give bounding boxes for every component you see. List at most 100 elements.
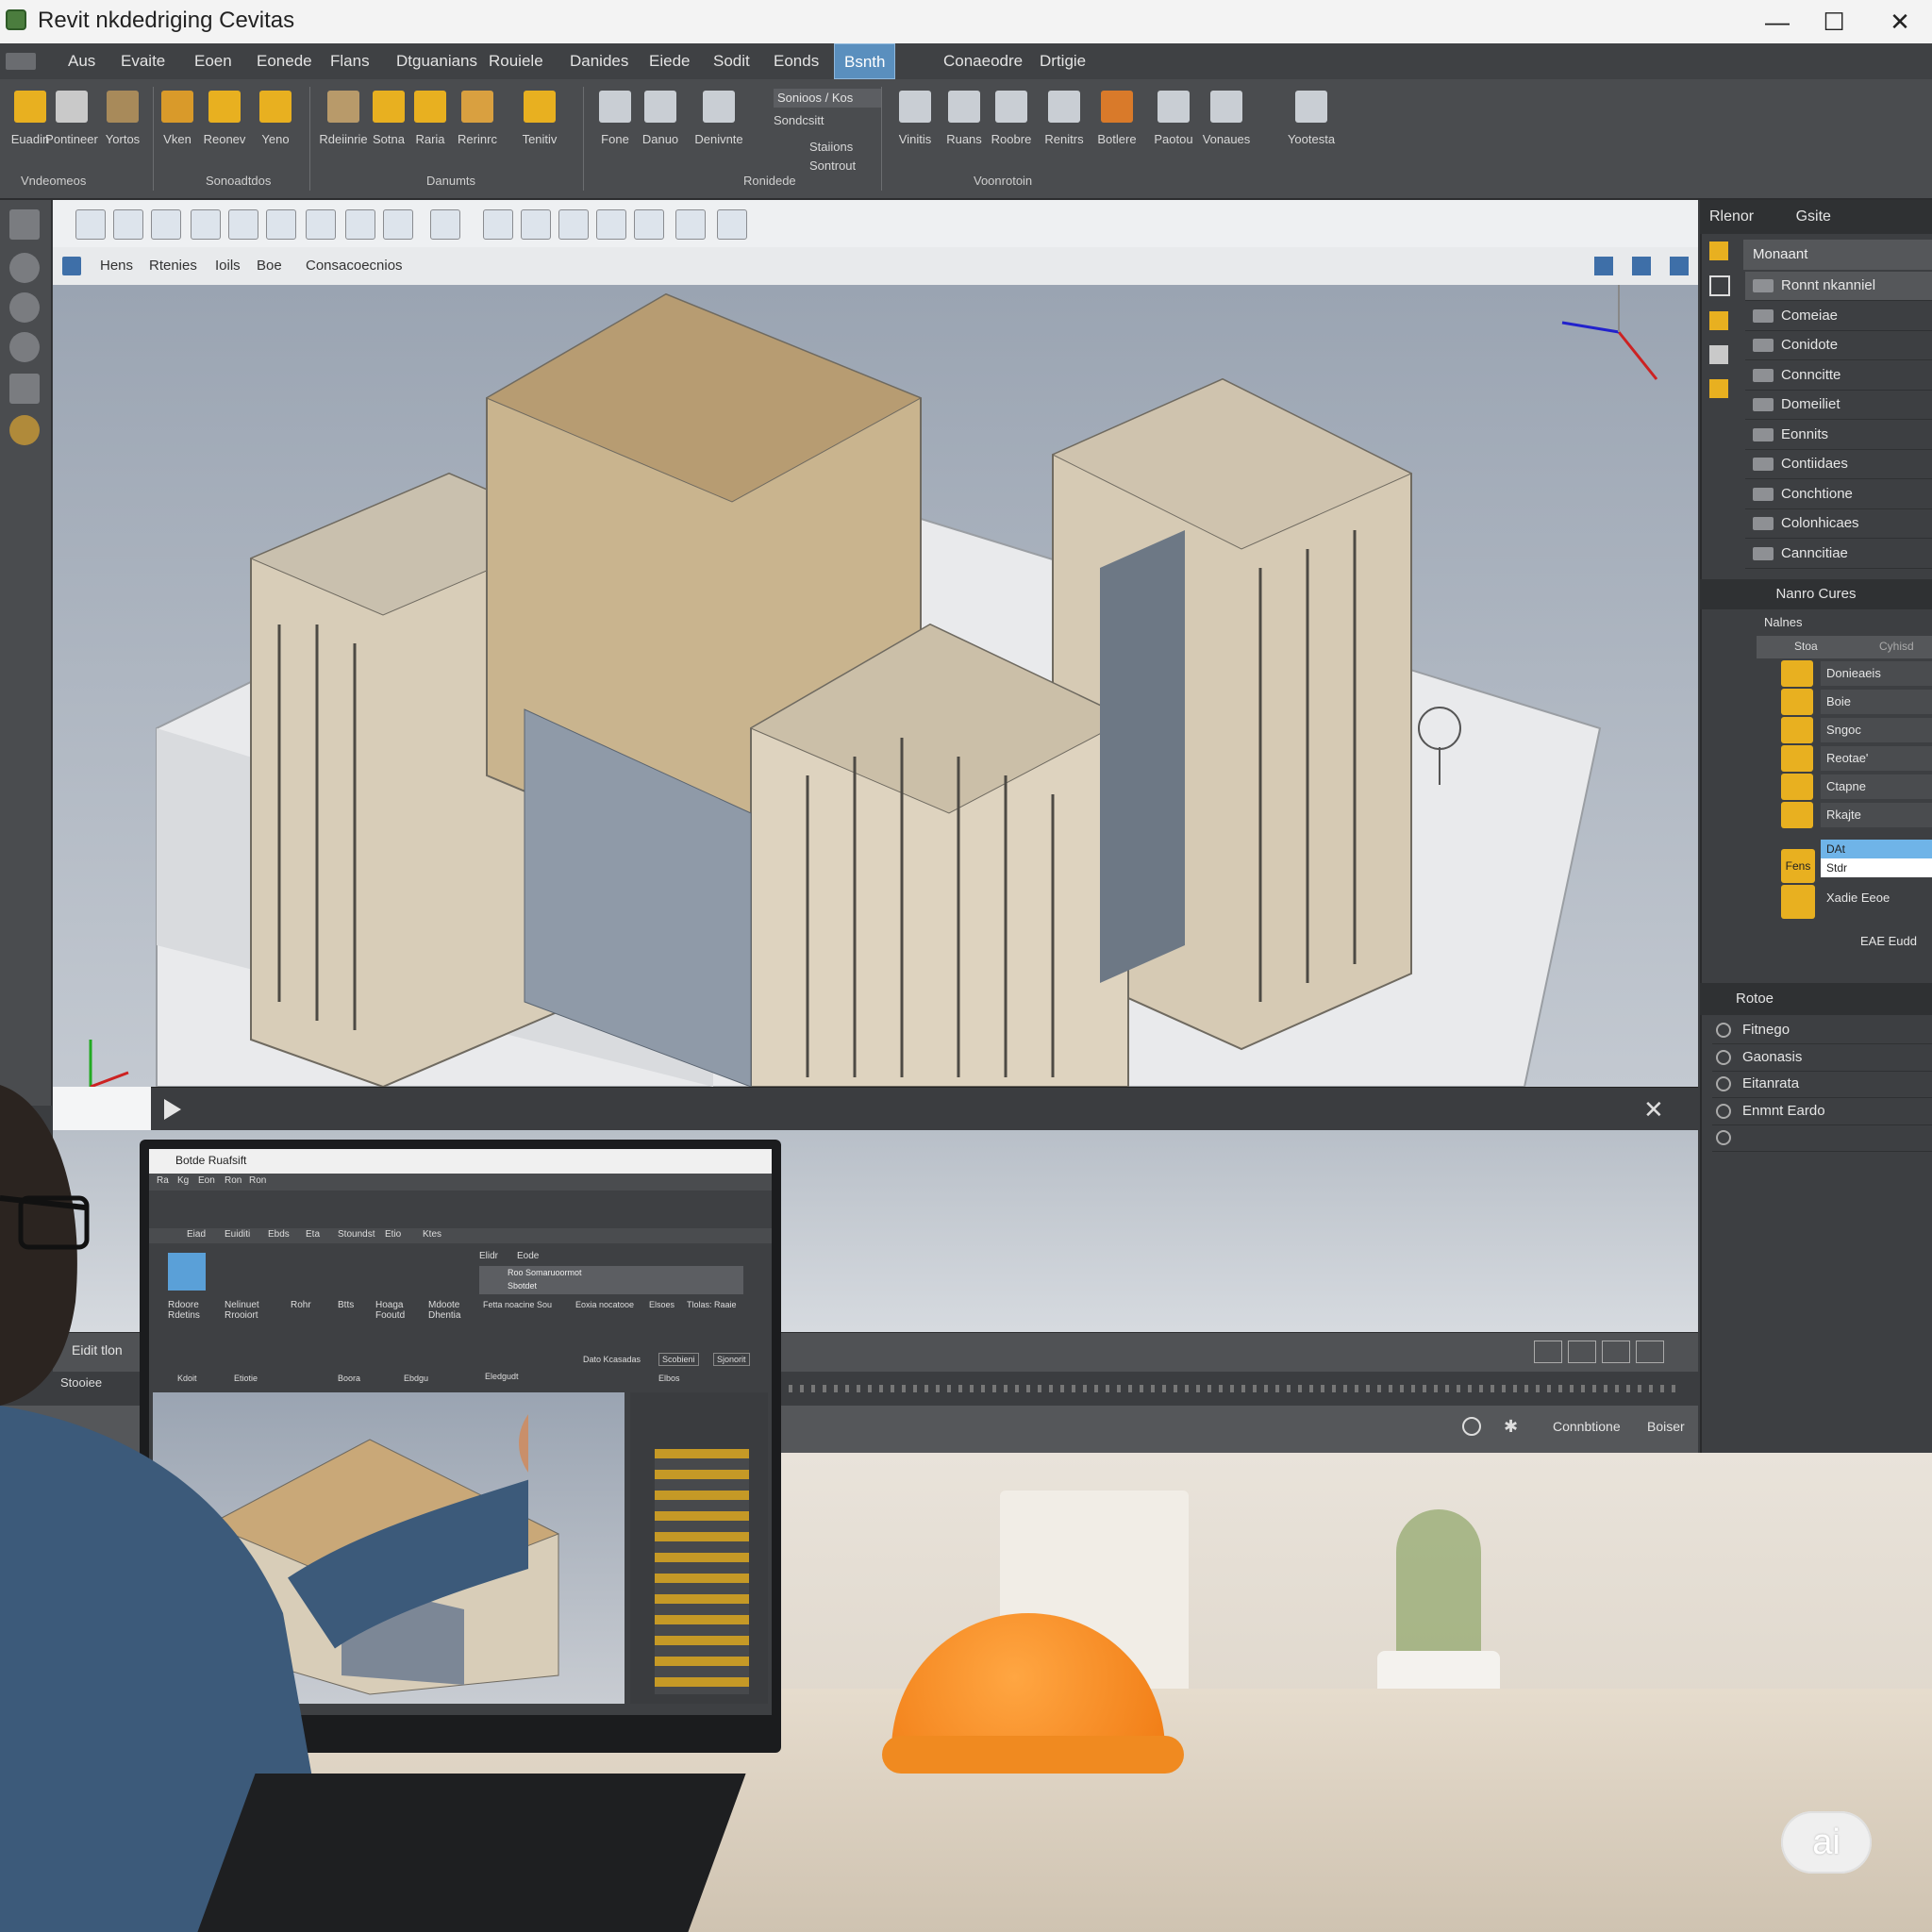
- layer-icon[interactable]: [1781, 660, 1813, 687]
- panel-tab[interactable]: Rlenor: [1709, 208, 1754, 225]
- ribbon-tool[interactable]: Botlere: [1087, 91, 1147, 146]
- ribbon-tool[interactable]: Renitrs: [1034, 91, 1094, 146]
- ribbon-side-label[interactable]: Sontrout: [809, 158, 856, 173]
- status-right-label[interactable]: Connbtione: [1553, 1419, 1621, 1434]
- menu-item[interactable]: Eoen: [185, 43, 242, 79]
- secondary-panel-button[interactable]: Sjonorit: [713, 1353, 750, 1366]
- secondary-layer-list[interactable]: [655, 1449, 749, 1694]
- menu-item[interactable]: Sodit: [704, 43, 759, 79]
- layer-icon[interactable]: [1781, 745, 1813, 772]
- section1-title[interactable]: Monaant: [1743, 240, 1932, 270]
- panel-side-icon[interactable]: [1709, 242, 1728, 260]
- view-tool-icon[interactable]: [634, 209, 664, 240]
- ribbon-tool[interactable]: Yootesta: [1281, 91, 1341, 146]
- column-header[interactable]: Stoa: [1794, 640, 1818, 653]
- layer-label[interactable]: Boie: [1821, 690, 1932, 714]
- grid-tool-icon[interactable]: [9, 374, 40, 404]
- section2-footer[interactable]: EAE Eudd: [1860, 934, 1917, 948]
- fens-label[interactable]: Fens: [1781, 849, 1815, 883]
- ribbon-tool[interactable]: Denivnte: [689, 91, 749, 146]
- view-tool-icon[interactable]: [345, 209, 375, 240]
- panel-list-item[interactable]: Conidote: [1745, 331, 1932, 360]
- ribbon-tool[interactable]: Yortos: [92, 91, 153, 146]
- ribbon-tool[interactable]: Roobre: [981, 91, 1041, 146]
- layer-icon[interactable]: [1781, 774, 1813, 800]
- radio-icon[interactable]: [1716, 1103, 1731, 1119]
- ribbon-tool[interactable]: Tenitiv: [509, 91, 570, 146]
- section3-title[interactable]: Rotoe: [1700, 983, 1932, 1015]
- view-cube-icon[interactable]: [62, 257, 81, 275]
- view-tool-icon[interactable]: [383, 209, 413, 240]
- layer-label[interactable]: Donieaeis: [1821, 661, 1932, 686]
- panel-list-item[interactable]: Colonhicaes: [1745, 509, 1932, 539]
- rotate-tool-icon[interactable]: [9, 292, 40, 323]
- view-tool-icon[interactable]: [558, 209, 589, 240]
- layer-icon[interactable]: [1781, 689, 1813, 715]
- view-option-icon[interactable]: [1594, 257, 1613, 275]
- secondary-panel-button[interactable]: Scobieni: [658, 1353, 699, 1366]
- app-menu-icon[interactable]: [6, 53, 36, 70]
- panel-list-item[interactable]: Contiidaes: [1745, 450, 1932, 479]
- view-tool-icon[interactable]: [191, 209, 221, 240]
- visibility-row[interactable]: Gaonasis: [1712, 1044, 1932, 1072]
- view-tool-icon[interactable]: [596, 209, 626, 240]
- view-tool-icon[interactable]: [113, 209, 143, 240]
- menu-item[interactable]: Eonede: [247, 43, 322, 79]
- view-tab[interactable]: Boe: [249, 247, 290, 285]
- menu-item[interactable]: Rouiele: [479, 43, 553, 79]
- view-tool-icon[interactable]: [306, 209, 336, 240]
- timeline-ticks[interactable]: [789, 1385, 1675, 1392]
- snap-icon[interactable]: ✱: [1504, 1417, 1518, 1437]
- view-option-icon[interactable]: [1632, 257, 1651, 275]
- close-button[interactable]: ✕: [1872, 4, 1928, 40]
- menu-item[interactable]: Conaeodre: [934, 43, 1032, 79]
- layer-icon[interactable]: [1781, 885, 1815, 919]
- ribbon-tool[interactable]: Yeno: [245, 91, 306, 146]
- status-icon[interactable]: [1568, 1341, 1596, 1363]
- minimize-button[interactable]: —: [1749, 4, 1806, 40]
- layer-icon[interactable]: [1781, 717, 1813, 743]
- layer-last[interactable]: Xadie Eeoe: [1826, 891, 1890, 905]
- radio-icon[interactable]: [1716, 1049, 1731, 1065]
- maximize-button[interactable]: ☐: [1806, 4, 1862, 40]
- menu-item[interactable]: Drtigie: [1030, 43, 1095, 79]
- ribbon-tool[interactable]: Danuo: [630, 91, 691, 146]
- panel-list-item[interactable]: Comeiae: [1745, 302, 1932, 331]
- radio-icon[interactable]: [1716, 1130, 1731, 1146]
- view-option-icon[interactable]: [1670, 257, 1689, 275]
- layer-label[interactable]: Reotae': [1821, 746, 1932, 771]
- select-tool-icon[interactable]: [9, 209, 40, 240]
- view-tool-icon[interactable]: [151, 209, 181, 240]
- panel-list-item[interactable]: Conchtione: [1745, 480, 1932, 509]
- panel-side-icon[interactable]: [1709, 345, 1728, 364]
- view-tool-icon[interactable]: [717, 209, 747, 240]
- status-right-label[interactable]: Boiser: [1647, 1419, 1685, 1434]
- radio-icon[interactable]: [1716, 1076, 1731, 1092]
- panel-list-item[interactable]: Conncitte: [1745, 361, 1932, 391]
- visibility-row[interactable]: Enmnt Eardo: [1712, 1098, 1932, 1125]
- menu-item[interactable]: Aus: [58, 43, 105, 79]
- menu-item[interactable]: Bsnth: [834, 43, 896, 79]
- view-tool-icon[interactable]: [521, 209, 551, 240]
- status-icon[interactable]: [1602, 1341, 1630, 1363]
- panel-side-icon[interactable]: [1709, 379, 1728, 398]
- close-icon[interactable]: ✕: [1643, 1095, 1664, 1124]
- column-header[interactable]: Cyhisd: [1879, 640, 1914, 653]
- pan-tool-icon[interactable]: [9, 332, 40, 362]
- layer-label[interactable]: Ctapne: [1821, 774, 1932, 799]
- view-tool-icon[interactable]: [430, 209, 460, 240]
- panel-list-item[interactable]: Ronnt nkanniel: [1745, 272, 1932, 301]
- view-tab[interactable]: Consacoecnios: [298, 247, 410, 285]
- settings-icon[interactable]: [1462, 1417, 1481, 1436]
- visibility-row[interactable]: [1712, 1124, 1932, 1152]
- panel-list-item[interactable]: Domeiliet: [1745, 391, 1932, 420]
- view-tool-icon[interactable]: [228, 209, 258, 240]
- layer-input[interactable]: Stdr: [1821, 858, 1932, 877]
- view-tab[interactable]: Ioils: [208, 247, 248, 285]
- panel-side-icon[interactable]: [1709, 275, 1730, 296]
- status-icon[interactable]: [1534, 1341, 1562, 1363]
- secondary-panel-button[interactable]: Dato Kcasadas: [583, 1355, 641, 1364]
- view-tool-icon[interactable]: [266, 209, 296, 240]
- zoom-tool-icon[interactable]: [9, 415, 40, 445]
- view-tab[interactable]: Hens: [92, 247, 141, 285]
